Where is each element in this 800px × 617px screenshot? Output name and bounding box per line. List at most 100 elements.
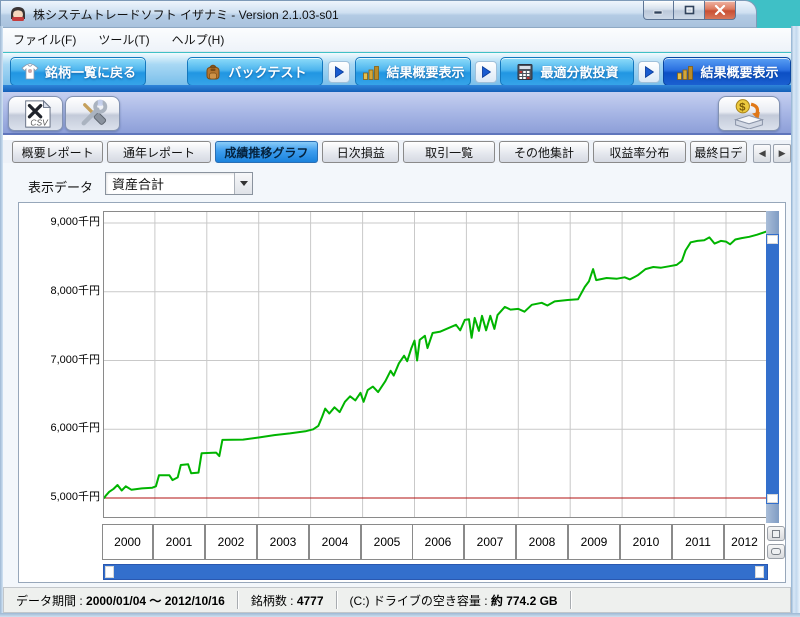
y-axis-label: 7,000千円 xyxy=(50,353,100,366)
nav-toolbar-base-strip xyxy=(3,85,791,92)
window-frame-left xyxy=(0,26,3,617)
x-axis-year-cell: 2008 xyxy=(516,524,568,560)
flow-arrow-icon xyxy=(475,61,497,83)
screen: 株システムトレードソフト イザナミ - Version 2.1.03-s01 フ… xyxy=(0,0,800,617)
nav-result-summary-active-button[interactable]: 結果概要表示 xyxy=(663,57,791,86)
equity-curve-svg xyxy=(104,212,767,517)
vertical-range-slider[interactable] xyxy=(766,211,779,523)
tab-final-day[interactable]: 最終日デ xyxy=(689,141,748,163)
menu-file[interactable]: ファイル(F) xyxy=(3,28,88,51)
menu-help[interactable]: ヘルプ(H) xyxy=(162,28,237,51)
v-slider-top-cap xyxy=(766,211,779,234)
svg-text:$: $ xyxy=(739,101,746,113)
app-window: 株システムトレードソフト イザナミ - Version 2.1.03-s01 フ… xyxy=(0,0,800,617)
x-axis-year-cell: 2007 xyxy=(464,524,516,560)
x-axis-year-cell: 2002 xyxy=(205,524,257,560)
nav-button-label: 結果概要表示 xyxy=(386,65,465,80)
bar-chart-icon xyxy=(361,62,381,82)
x-axis-year-cell: 2006 xyxy=(412,524,464,560)
status-bar: データ期間 : 2000/01/04 ～ 2012/10/16 銘柄数 : 47… xyxy=(3,587,791,613)
menu-tools[interactable]: ツール(T) xyxy=(88,28,161,51)
v-slider-top-thumb[interactable] xyxy=(767,235,778,244)
app-icon xyxy=(9,5,27,23)
y-axis-label: 5,000千円 xyxy=(50,491,100,504)
report-tab-bar: 概要レポート 通年レポート 成績推移グラフ 日次損益 取引一覧 その他集計 収益… xyxy=(3,140,791,163)
rounded-rect-icon xyxy=(771,548,781,555)
flow-arrow-icon xyxy=(638,61,660,83)
money-box-icon: $ xyxy=(733,99,765,129)
horizontal-range-slider[interactable] xyxy=(103,564,768,580)
flow-arrow-icon xyxy=(328,61,350,83)
x-axis-year-cell: 2010 xyxy=(620,524,672,560)
nav-optimal-diversification-button[interactable]: 最適分散投資 xyxy=(500,57,634,86)
close-button[interactable] xyxy=(705,1,736,20)
h-slider-right-thumb[interactable] xyxy=(755,566,764,578)
h-slider-left-thumb[interactable] xyxy=(105,566,114,578)
bar-chart-icon xyxy=(675,62,695,82)
tab-summary-report[interactable]: 概要レポート xyxy=(12,141,104,163)
chart-panel: 9,000千円 8,000千円 7,000千円 6,000千円 5,000千円 2000… xyxy=(18,202,786,583)
tools-settings-button[interactable] xyxy=(65,96,120,131)
dropdown-button[interactable] xyxy=(234,173,252,194)
chart-zoom-button-1[interactable] xyxy=(767,526,785,541)
tab-scroll-left-icon[interactable]: ◀ xyxy=(753,144,772,163)
status-disk-space: (C:) ドライブの空き容量 : 約 774.2 GB xyxy=(349,593,558,608)
x-axis-year-cell: 2003 xyxy=(257,524,309,560)
v-slider-bottom-cap xyxy=(766,504,779,523)
nav-button-label: バックテスト xyxy=(228,65,307,80)
tab-trade-list[interactable]: 取引一覧 xyxy=(403,141,495,163)
menu-bar: ファイル(F) ツール(T) ヘルプ(H) xyxy=(3,28,791,52)
csv-file-icon: CSV xyxy=(24,99,51,128)
payout-settings-button[interactable]: $ xyxy=(718,96,780,131)
tab-other-totals[interactable]: その他集計 xyxy=(498,141,590,163)
x-axis-year-strip: 2000 2001 2002 2003 2004 2005 2006 2007 2008 2009… xyxy=(102,524,768,560)
tab-daily-pnl[interactable]: 日次損益 xyxy=(321,141,400,163)
v-slider-bottom-thumb[interactable] xyxy=(767,494,778,503)
y-axis-label: 8,000千円 xyxy=(50,284,100,297)
equity-curve-plot xyxy=(103,211,768,518)
x-axis-year-cell: 2001 xyxy=(153,524,205,560)
x-axis-year-cell: 2011 xyxy=(672,524,724,560)
window-title: 株システムトレードソフト イザナミ - Version 2.1.03-s01 xyxy=(33,7,339,22)
x-axis-year-cell: 2000 xyxy=(102,524,153,560)
title-bar: 株システムトレードソフト イザナミ - Version 2.1.03-s01 xyxy=(0,0,757,28)
nav-back-to-symbol-list-button[interactable]: 銘柄一覧に戻る xyxy=(10,57,146,86)
tab-scroll-right-icon[interactable]: ▶ xyxy=(773,144,791,163)
tab-performance-graph[interactable]: 成績推移グラフ xyxy=(214,141,318,163)
x-axis-year-cell: 2012 xyxy=(724,524,765,560)
nav-button-label: 銘柄一覧に戻る xyxy=(44,65,136,80)
window-frame-right xyxy=(791,26,800,617)
y-axis-label: 6,000千円 xyxy=(50,422,100,435)
nav-button-label: 結果概要表示 xyxy=(700,65,779,80)
chart-zoom-button-2[interactable] xyxy=(767,544,785,559)
x-axis-year-cell: 2004 xyxy=(309,524,361,560)
nav-button-label: 最適分散投資 xyxy=(540,65,619,80)
x-axis-year-cell: 2009 xyxy=(568,524,620,560)
window-controls xyxy=(643,1,736,20)
shirt-icon xyxy=(20,62,40,82)
display-data-label: 表示データ xyxy=(28,180,94,195)
backpack-icon xyxy=(203,62,223,82)
y-axis-label: 9,000千円 xyxy=(50,216,100,228)
secondary-toolbar: CSV $ xyxy=(3,92,791,135)
tab-annual-report[interactable]: 通年レポート xyxy=(107,141,211,163)
nav-result-summary-button[interactable]: 結果概要表示 xyxy=(355,57,471,86)
square-icon xyxy=(772,529,780,538)
status-symbol-count: 銘柄数 : 4777 xyxy=(250,593,324,608)
status-separator xyxy=(569,591,572,609)
nav-backtest-button[interactable]: バックテスト xyxy=(187,57,323,86)
display-data-select[interactable]: 資産合計 xyxy=(105,172,253,195)
display-data-value: 資産合計 xyxy=(112,177,165,192)
chevron-down-icon xyxy=(239,181,248,186)
window-frame-bottom xyxy=(0,613,800,617)
svg-text:CSV: CSV xyxy=(30,117,49,127)
wrench-hammer-icon xyxy=(81,99,108,126)
calculator-icon xyxy=(515,62,535,82)
status-data-period: データ期間 : 2000/01/04 ～ 2012/10/16 xyxy=(16,593,225,608)
maximize-button[interactable] xyxy=(674,1,705,20)
graph-content-area: 表示データ 資産合計 9,000千円 8,000千円 7,000千円 6,000千円 5… xyxy=(3,163,791,587)
export-csv-button[interactable]: CSV xyxy=(8,96,63,131)
tab-return-distribution[interactable]: 収益率分布 xyxy=(593,141,686,163)
x-axis-year-cell: 2005 xyxy=(361,524,413,560)
minimize-button[interactable] xyxy=(643,1,674,20)
